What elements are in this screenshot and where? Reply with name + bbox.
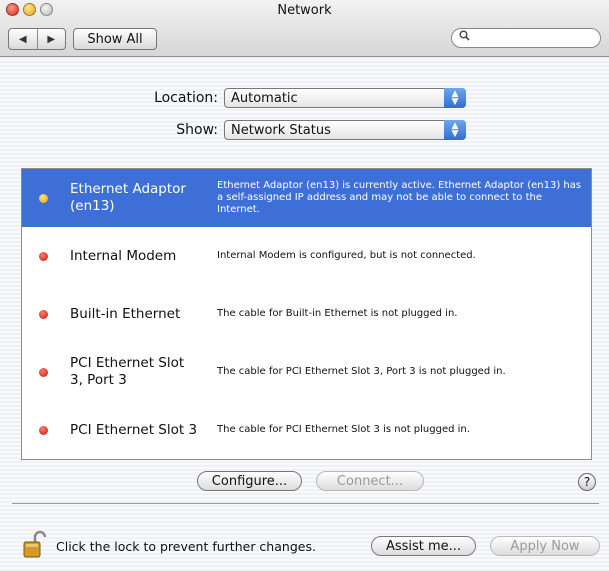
show-popup[interactable]: Network Status ▲ ▼ <box>224 120 466 140</box>
show-row: Show: Network Status ▲ ▼ <box>148 120 466 140</box>
assist-me-button[interactable]: Assist me... <box>371 536 476 556</box>
connect-button[interactable]: Connect... <box>316 471 424 491</box>
status-red-icon <box>39 367 48 377</box>
list-item-internal-modem[interactable]: Internal Modem Internal Modem is configu… <box>22 227 591 285</box>
popup-arrows-icon: ▲ ▼ <box>444 88 466 108</box>
configure-button[interactable]: Configure... <box>197 471 302 491</box>
service-name: Internal Modem <box>70 247 177 264</box>
service-description: The cable for PCI Ethernet Slot 3, Port … <box>217 366 506 377</box>
show-label: Show: <box>176 122 218 138</box>
search-field[interactable] <box>451 28 601 48</box>
location-label: Location: <box>154 90 218 106</box>
lock-icon[interactable] <box>22 530 47 560</box>
status-red-icon <box>39 251 48 261</box>
service-name: Built-in Ethernet <box>70 305 181 322</box>
divider <box>12 503 599 504</box>
show-value: Network Status <box>231 123 331 138</box>
back-forward-control: ◀ ▶ <box>8 28 66 50</box>
status-red-icon <box>39 425 48 435</box>
service-description: Internal Modem is configured, but is not… <box>217 250 476 261</box>
search-icon <box>459 30 470 44</box>
service-description: Ethernet Adaptor (en13) is currently act… <box>217 180 582 215</box>
list-item-ethernet-adaptor[interactable]: Ethernet Adaptor (en13) Ethernet Adaptor… <box>22 169 591 227</box>
location-value: Automatic <box>231 91 298 106</box>
service-name: PCI Ethernet Slot 3, Port 3 <box>70 355 185 388</box>
help-button[interactable]: ? <box>578 473 596 491</box>
list-item-built-in-ethernet[interactable]: Built-in Ethernet The cable for Built-in… <box>22 285 591 343</box>
service-description: The cable for PCI Ethernet Slot 3 is not… <box>217 424 470 435</box>
list-item-pci-ethernet-slot-3-port-3[interactable]: PCI Ethernet Slot 3, Port 3 The cable fo… <box>22 343 591 401</box>
forward-arrow-icon[interactable]: ▶ <box>36 29 66 49</box>
service-description: The cable for Built-in Ethernet is not p… <box>217 308 458 319</box>
location-popup[interactable]: Automatic ▲ ▼ <box>224 88 466 108</box>
window-titlebar: Network ◀ ▶ Show All <box>0 0 609 57</box>
show-all-button[interactable]: Show All <box>73 28 157 50</box>
location-row: Location: Automatic ▲ ▼ <box>148 88 466 108</box>
status-yellow-icon <box>39 193 48 203</box>
service-name: Ethernet Adaptor (en13) <box>70 181 186 214</box>
apply-now-button[interactable]: Apply Now <box>490 536 600 556</box>
status-red-icon <box>39 309 48 319</box>
window-title: Network <box>277 3 332 18</box>
service-name: PCI Ethernet Slot 3 <box>70 421 198 438</box>
back-arrow-icon[interactable]: ◀ <box>9 29 37 49</box>
preferences-pane: Location: Automatic ▲ ▼ Show: Network Sta… <box>0 57 609 571</box>
lock-message: Click the lock to prevent further change… <box>56 539 316 554</box>
network-status-list[interactable]: Ethernet Adaptor (en13) Ethernet Adaptor… <box>21 168 592 460</box>
list-item-pci-ethernet-slot-3[interactable]: PCI Ethernet Slot 3 The cable for PCI Et… <box>22 401 591 459</box>
popup-arrows-icon: ▲ ▼ <box>444 120 466 140</box>
